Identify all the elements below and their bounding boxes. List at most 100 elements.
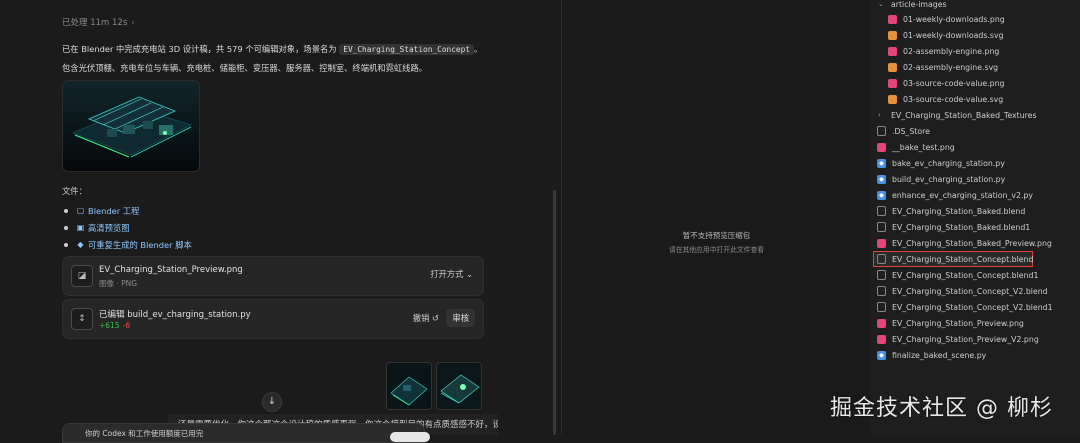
folder-baked-textures[interactable]: › EV_Charging_Station_Baked_Textures <box>878 107 1037 123</box>
link-hd-preview[interactable]: ▣ 高清预览图 <box>64 219 192 236</box>
tree-item[interactable]: 03-source-code-value.png <box>888 75 1004 91</box>
banner-action-button[interactable] <box>390 432 430 442</box>
diff-stats: +615 -6 <box>99 321 130 330</box>
python-file-icon: ◆ <box>877 158 886 168</box>
chevron-down-icon: ⌄ <box>466 269 473 279</box>
tree-item[interactable]: 01-weekly-downloads.png <box>888 11 1005 27</box>
usage-limit-text: 你的 Codex 和工作使用额度已用完 <box>85 429 204 438</box>
tree-item-label: finalize_baked_scene.py <box>892 350 987 360</box>
attachment-image-2 <box>437 363 481 409</box>
scene-name-code: EV_Charging_Station_Concept <box>339 44 474 55</box>
image-file-icon <box>877 142 886 152</box>
link-label: Blender 工程 <box>88 205 140 216</box>
tree-item[interactable]: ◆ build_ev_charging_station.py <box>877 171 1005 187</box>
document-icon <box>877 302 886 312</box>
usage-limit-banner: 你的 Codex 和工作使用额度已用完 <box>62 423 425 443</box>
tree-item[interactable]: .DS_Store <box>877 123 930 139</box>
summary-text-a: 已在 Blender 中完成充电站 3D 设计稿，共 579 个可编辑对象，场景… <box>62 44 340 54</box>
tree-item-label: .DS_Store <box>892 126 930 136</box>
tree-item[interactable]: 03-source-code-value.svg <box>888 91 1003 107</box>
bullet <box>64 242 68 247</box>
tree-item-label: EV_Charging_Station_Concept_V2.blend1 <box>892 302 1053 312</box>
processed-label: 已处理 11m 12s <box>62 18 128 28</box>
review-button[interactable]: 审核 <box>446 309 475 327</box>
svg-file-icon <box>888 62 897 72</box>
charging-station-render <box>63 81 199 171</box>
tree-item-label: 03-source-code-value.png <box>903 78 1005 88</box>
tree-item[interactable]: EV_Charging_Station_Baked_Preview.png <box>877 235 1052 251</box>
svg-file-icon <box>888 94 897 104</box>
tree-item-label: EV_Charging_Station_Concept_V2.blend <box>892 286 1048 296</box>
undo-button[interactable]: 撤销 ↺ <box>413 312 439 324</box>
render-preview-image[interactable] <box>62 80 200 172</box>
preview-file-type: 图像 · PNG <box>99 279 138 288</box>
attachment-thumb-1[interactable] <box>386 362 432 410</box>
open-with-button[interactable]: 打开方式 ⌄ <box>430 268 473 280</box>
tree-item-label: EV_Charging_Station_Baked.blend1 <box>892 222 1031 232</box>
document-icon: ▢ <box>76 206 85 215</box>
tree-item[interactable]: 01-weekly-downloads.svg <box>888 27 1004 43</box>
bullet <box>64 225 68 230</box>
tree-item[interactable]: 02-assembly-engine.png <box>888 43 999 59</box>
attachment-thumb-2[interactable] <box>436 362 482 410</box>
document-icon <box>877 286 886 296</box>
tree-item[interactable]: EV_Charging_Station_Concept_V2.blend1 <box>877 299 1053 315</box>
tree-item-label: 02-assembly-engine.svg <box>903 62 999 72</box>
tree-item[interactable]: ◆ bake_ev_charging_station.py <box>877 155 1005 171</box>
tree-item-label: EV_Charging_Station_Baked_Preview.png <box>892 238 1052 248</box>
image-file-icon <box>888 46 897 56</box>
tree-item-label: EV_Charging_Station_Baked.blend <box>892 206 1026 216</box>
file-links-list: ▢ Blender 工程 ▣ 高清预览图 ◆ 可重复生成的 Blender 脚本 <box>64 202 192 253</box>
diamond-icon: ◆ <box>77 240 84 249</box>
undo-icon: ↺ <box>432 313 439 323</box>
document-icon <box>877 126 886 136</box>
chat-pane: 已处理 11m 12s › 已在 Blender 中完成充电站 3D 设计稿，共 … <box>0 0 561 443</box>
preview-file-card[interactable]: ◪ EV_Charging_Station_Preview.png 图像 · P… <box>62 256 484 296</box>
tree-item[interactable]: ◆ finalize_baked_scene.py <box>877 347 986 363</box>
chat-scrollbar[interactable] <box>553 190 556 435</box>
tree-item-label: EV_Charging_Station_Baked_Textures <box>891 110 1037 120</box>
bullet <box>64 208 68 213</box>
tree-item-label: EV_Charging_Station_Preview_V2.png <box>892 334 1039 344</box>
image-file-icon <box>877 334 886 344</box>
tree-item-label: __bake_test.png <box>892 142 955 152</box>
tree-item-label: 03-source-code-value.svg <box>903 94 1004 104</box>
document-icon <box>877 206 886 216</box>
python-file-icon: ◆ <box>877 174 886 184</box>
watermark-text: 掘金技术社区 @ 柳杉 <box>830 396 1053 421</box>
tree-item[interactable]: EV_Charging_Station_Baked.blend <box>877 203 1025 219</box>
tree-item[interactable]: EV_Charging_Station_Concept_V2.blend <box>877 283 1048 299</box>
tree-item-label: bake_ev_charging_station.py <box>892 158 1005 168</box>
document-icon <box>877 222 886 232</box>
link-label: 高清预览图 <box>88 222 130 233</box>
tree-item-label: EV_Charging_Station_Preview.png <box>892 318 1024 328</box>
diff-deletions: -6 <box>122 321 131 330</box>
tree-item[interactable]: EV_Charging_Station_Baked.blend1 <box>877 219 1030 235</box>
link-blender-project[interactable]: ▢ Blender 工程 <box>64 202 192 219</box>
tree-item[interactable]: EV_Charging_Station_Concept.blend1 <box>877 267 1038 283</box>
tree-item-label: 02-assembly-engine.png <box>903 46 1000 56</box>
processed-toggle[interactable]: 已处理 11m 12s › <box>62 16 135 28</box>
undo-label: 撤销 <box>412 313 430 323</box>
image-file-icon <box>877 238 886 248</box>
tree-item[interactable]: EV_Charging_Station_Preview_V2.png <box>877 331 1039 347</box>
link-blender-script[interactable]: ◆ 可重复生成的 Blender 脚本 <box>64 236 192 253</box>
preview-message-title: 暂不支持预览压缩包 <box>682 231 751 240</box>
tree-item-selected[interactable]: EV_Charging_Station_Concept.blend <box>877 251 1033 267</box>
edited-file-card[interactable]: ↕ 已编辑 build_ev_charging_station.py +615-… <box>62 299 484 339</box>
files-label: 文件： <box>62 186 87 196</box>
scroll-to-bottom-button[interactable]: ↓ <box>262 392 282 412</box>
chevron-down-icon: ⌄ <box>878 0 884 8</box>
image-icon: ▣ <box>76 223 85 232</box>
tree-item[interactable]: __bake_test.png <box>877 139 955 155</box>
code-file-icon: ↕ <box>71 308 93 330</box>
python-file-icon: ◆ <box>877 350 886 360</box>
tree-item[interactable]: EV_Charging_Station_Preview.png <box>877 315 1024 331</box>
arrow-down-icon: ↓ <box>267 396 277 407</box>
image-file-icon <box>888 78 897 88</box>
attachment-image-1 <box>387 363 431 409</box>
tree-item[interactable]: 02-assembly-engine.svg <box>888 59 998 75</box>
file-preview-pane: 暂不支持预览压缩包 请在其他应用中打开此文件查看 <box>561 0 872 435</box>
tree-item[interactable]: ◆ enhance_ev_charging_station_v2.py <box>877 187 1033 203</box>
svg-file-icon <box>888 30 897 40</box>
